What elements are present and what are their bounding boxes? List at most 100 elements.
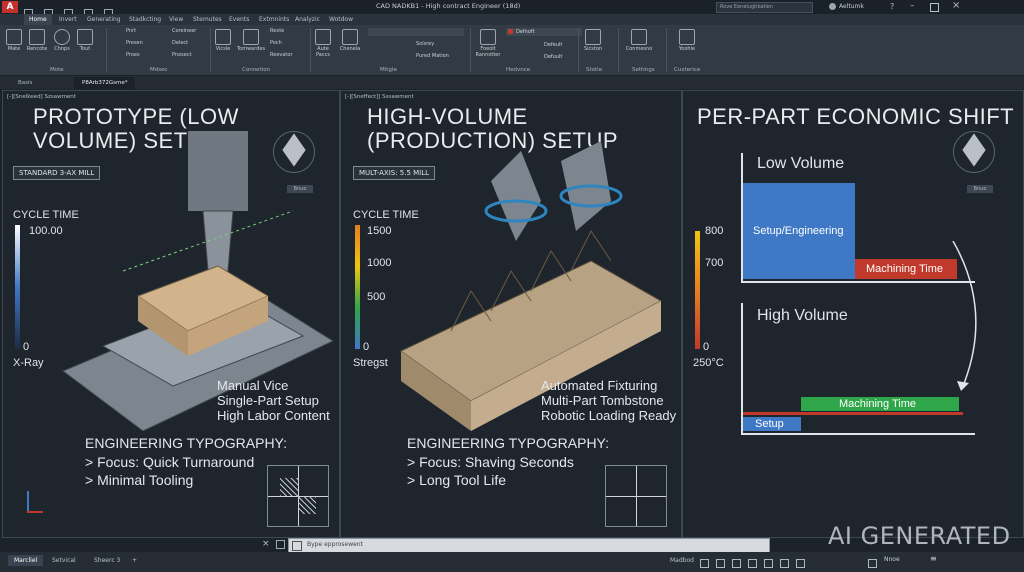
- tool-reevator[interactable]: Reevator: [270, 52, 306, 58]
- app-logo[interactable]: A: [2, 1, 18, 13]
- ortho-icon[interactable]: [732, 559, 741, 568]
- circle-icon: [54, 29, 70, 45]
- osnap-icon[interactable]: [764, 559, 773, 568]
- dropdown-default-3[interactable]: Defuult: [506, 53, 610, 61]
- view-button[interactable]: Bnuo: [967, 185, 993, 193]
- arc-icon: [77, 29, 93, 45]
- legend-value-1500: 1500: [367, 225, 392, 237]
- tool-mate[interactable]: Mate: [6, 29, 22, 52]
- tab-analyzic[interactable]: Analyzic: [290, 14, 325, 25]
- scale-dropdown[interactable]: Nnoe: [884, 556, 900, 563]
- close-icon[interactable]: ×: [952, 0, 960, 11]
- high-volume-title: High Volume: [757, 307, 848, 324]
- grid-icon[interactable]: [700, 559, 709, 568]
- tool-vicsle[interactable]: Vicsle: [214, 29, 232, 52]
- tool-poch[interactable]: Poch: [270, 40, 306, 46]
- tab-wotdow[interactable]: Wotdow: [324, 14, 358, 25]
- snap-icon[interactable]: [716, 559, 725, 568]
- temp-legend-800: 800: [705, 225, 724, 237]
- legend-unit: X-Ray: [13, 357, 44, 369]
- callout-2: Single-Part Setup: [217, 393, 319, 408]
- temp-legend-unit: 250°C: [693, 357, 724, 369]
- tab-view[interactable]: View: [164, 14, 188, 25]
- model-button[interactable]: Madbod: [664, 555, 700, 566]
- annotate-icon: [480, 29, 496, 45]
- doc-tab-active[interactable]: P8Arb372Gsme*: [74, 77, 136, 89]
- notes-line-1: > Focus: Shaving Seconds: [407, 454, 574, 470]
- tool-rexte[interactable]: Rexte: [270, 28, 306, 34]
- close-command-icon[interactable]: ×: [262, 539, 270, 549]
- high-volume-setup-label: Setup: [755, 418, 784, 430]
- viewport-economics[interactable]: PER-PART ECONOMIC SHIFT Bnuo 800 700 0 2…: [682, 90, 1024, 538]
- layout-tab-setvical[interactable]: Setvical: [46, 555, 82, 566]
- lineweight-icon[interactable]: [780, 559, 789, 568]
- callout-2: Multi-Part Tombstone: [541, 393, 664, 408]
- ribbon-panel: Mate Rencote Chnps Tout Mote Pnrt Presen…: [0, 25, 1024, 76]
- help-icon[interactable]: ?: [890, 2, 894, 11]
- hyperbola-symbol: [605, 465, 667, 527]
- tab-generating[interactable]: Generating: [82, 14, 126, 25]
- tool-pured-mation[interactable]: Pured Mation: [416, 53, 466, 59]
- tool-tomwardes[interactable]: Tomwardes: [234, 29, 268, 52]
- tab-extmnints[interactable]: Extmnints: [254, 14, 294, 25]
- tool-yoohle[interactable]: Yoohle: [676, 29, 698, 52]
- ucs-icon: [13, 487, 43, 517]
- tool-pnosect[interactable]: Pnosect: [172, 52, 206, 58]
- workspace-icon[interactable]: [868, 559, 877, 568]
- modify-dropdown[interactable]: [368, 28, 464, 36]
- quick-access-icons[interactable]: [24, 3, 174, 18]
- viewport-header[interactable]: [-][Snelkeed] Szsawment: [7, 94, 76, 100]
- group-settings: Settings: [632, 67, 655, 73]
- line-icon: [6, 29, 22, 45]
- group-hedvnce: Hedvnce: [506, 67, 531, 73]
- tool-pnrt[interactable]: Pnrt: [126, 28, 156, 34]
- tool-proes[interactable]: Proes: [126, 52, 156, 58]
- tool-foeolt-rannotter[interactable]: Foeolt Rannotter: [474, 29, 502, 58]
- viewport-header[interactable]: [-][Sneffect]] Sssawment: [345, 94, 414, 100]
- doc-tab-basis[interactable]: Basis: [10, 77, 40, 89]
- callout-3: Robotic Loading Ready: [541, 408, 677, 423]
- annotation-icon[interactable]: [796, 559, 805, 568]
- view-icon: [215, 29, 231, 45]
- tool-aute-paccs[interactable]: Aute Paccs: [312, 29, 334, 58]
- title-bar: A CAD NADKB1 - High contract Engineer (1…: [0, 0, 1024, 18]
- user-icon[interactable]: [829, 3, 836, 10]
- shift-arrow: [952, 241, 977, 391]
- tool-presen[interactable]: Presen: [126, 40, 156, 46]
- search-box[interactable]: Rove Eenelugtikatlen: [716, 2, 813, 13]
- command-settings-icon[interactable]: [276, 540, 285, 549]
- viewport-prototype[interactable]: [-][Snelkeed] Szsawment PROTOTYPE (LOW V…: [2, 90, 340, 538]
- tab-events[interactable]: Events: [224, 14, 254, 25]
- customize-icon[interactable]: ≡: [930, 554, 937, 563]
- viewport-production[interactable]: [-][Sneffect]] Sssawment HIGH-VOLUME (PR…: [340, 90, 682, 538]
- tab-insert[interactable]: Invert: [54, 14, 82, 25]
- group-mitgle: Mitgle: [380, 67, 397, 73]
- view-cube[interactable]: [953, 131, 995, 173]
- polar-icon[interactable]: [748, 559, 757, 568]
- tab-stadkcting[interactable]: Stadkcting: [124, 14, 166, 25]
- tool-sicston[interactable]: Sicston: [582, 29, 604, 52]
- maximize-icon[interactable]: [930, 3, 939, 12]
- tool-chenela[interactable]: Chenela: [338, 29, 362, 52]
- tool-delect[interactable]: Delect: [172, 40, 206, 46]
- user-name[interactable]: Aeltumk: [839, 3, 864, 10]
- dropdown-default-1[interactable]: Defnoft: [506, 28, 582, 36]
- tool-solsrey[interactable]: Solsrey: [416, 41, 456, 47]
- temp-legend-700: 700: [705, 257, 724, 269]
- layout-tab-sheerc[interactable]: Sheerc 3: [88, 555, 126, 566]
- layout-tab-marcliel[interactable]: Marcliel: [8, 555, 44, 566]
- status-bar: Marcliel Setvical Sheerc 3 + Madbod Nnoe…: [0, 552, 1024, 572]
- add-layout-icon[interactable]: +: [126, 555, 143, 566]
- notes-line-2: > Minimal Tooling: [85, 472, 194, 488]
- group-stotle: Stotle: [586, 67, 603, 73]
- tool-coreineer[interactable]: Coreineer: [172, 28, 206, 34]
- tab-stemutes[interactable]: Stemutes: [188, 14, 227, 25]
- minimize-icon[interactable]: –: [910, 1, 915, 11]
- forward-icon: [243, 29, 259, 45]
- tool-rencote[interactable]: Rencote: [26, 29, 48, 52]
- group-mdsec: Mdsec: [150, 67, 168, 73]
- tool-tout[interactable]: Tout: [76, 29, 94, 52]
- tool-conmesno[interactable]: Conmesno: [622, 29, 656, 52]
- tool-chnps[interactable]: Chnps: [52, 29, 72, 52]
- tab-home[interactable]: Home: [24, 14, 52, 25]
